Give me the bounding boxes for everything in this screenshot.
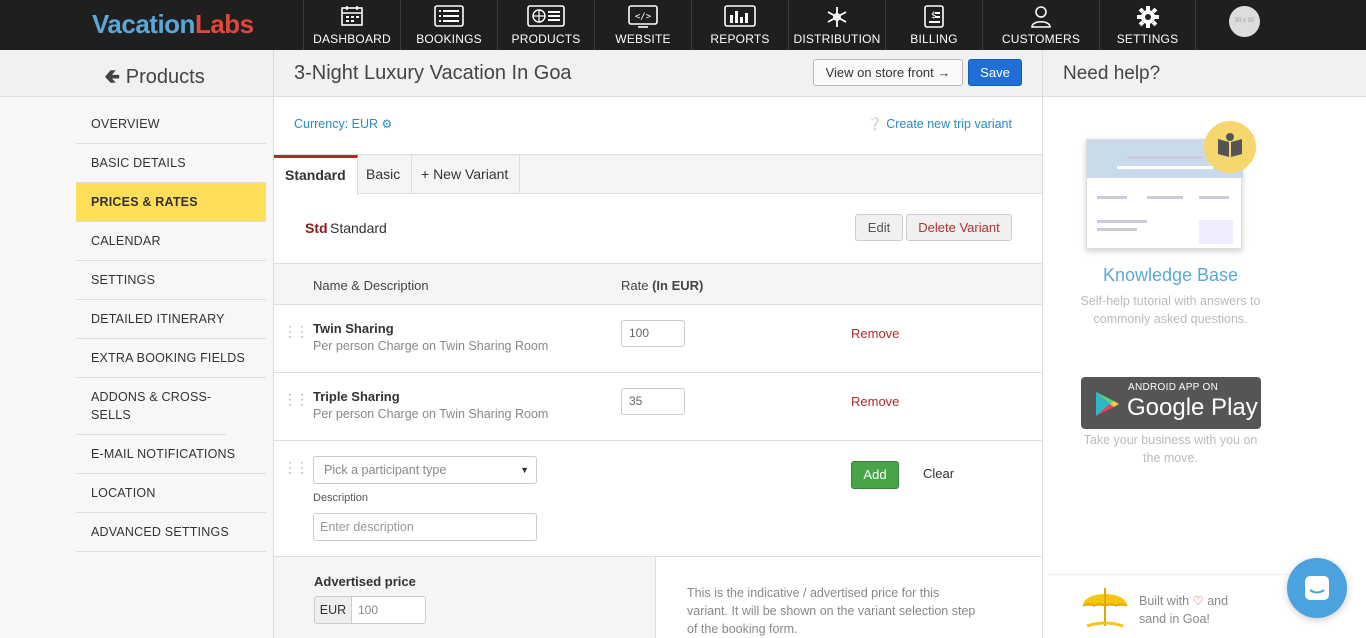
table-row: ⋮⋮ Twin Sharing Per person Charge on Twi…: [274, 305, 1042, 373]
invoice-icon: $: [924, 5, 944, 28]
sidebar-item-calendar[interactable]: CALENDAR: [76, 222, 266, 261]
divider: [1048, 574, 1303, 575]
participant-type-select[interactable]: Pick a participant type ▼: [313, 456, 537, 484]
tab-basic[interactable]: Basic: [355, 155, 413, 194]
column-rate: Rate (In EUR): [621, 278, 704, 293]
rate-input[interactable]: 35: [621, 388, 685, 415]
gear-icon: ⚙: [381, 117, 393, 131]
clear-button[interactable]: Clear: [923, 466, 954, 481]
row-description: Per person Charge on Twin Sharing Room: [313, 339, 549, 353]
delete-variant-button[interactable]: Delete Variant: [906, 214, 1012, 241]
sidebar-item-addons[interactable]: ADDONS & CROSS-SELLS: [76, 378, 226, 435]
top-navbar: VacationLabs DASHBOARD BOOKINGS PRODUCTS…: [0, 0, 1366, 50]
variant-tabs: Standard Basic + New Variant: [274, 154, 1042, 195]
nav-customers[interactable]: CUSTOMERS: [982, 0, 1099, 50]
remove-link[interactable]: Remove: [851, 394, 899, 409]
view-on-store-front-button[interactable]: View on store front →: [813, 59, 963, 86]
help-panel: Knowledge Base Self-help tutorial with a…: [1043, 97, 1366, 638]
nav-products[interactable]: PRODUCTS: [497, 0, 594, 50]
sidebar-item-email-notifications[interactable]: E-MAIL NOTIFICATIONS: [76, 435, 266, 474]
tab-standard[interactable]: Standard: [274, 155, 358, 195]
drag-handle-icon[interactable]: ⋮⋮: [283, 391, 309, 408]
arrow-left-icon: 🢀: [104, 66, 121, 88]
description-input[interactable]: Enter description: [313, 513, 537, 541]
advertised-price-help: This is the indicative / advertised pric…: [656, 557, 1042, 638]
sidebar-item-basic-details[interactable]: BASIC DETAILS: [76, 144, 266, 183]
nav-dashboard[interactable]: DASHBOARD: [303, 0, 400, 50]
drag-handle-icon[interactable]: ⋮⋮: [283, 459, 309, 476]
remove-link[interactable]: Remove: [851, 326, 899, 341]
nav-settings[interactable]: SETTINGS: [1099, 0, 1196, 50]
table-row: ⋮⋮ Triple Sharing Per person Charge on T…: [274, 373, 1042, 441]
advertised-price-input[interactable]: 100: [352, 596, 426, 624]
advertised-price-title: Advertised price: [314, 574, 416, 589]
page-header: 🢀 Products 3-Night Luxury Vacation In Go…: [0, 50, 1366, 97]
sidebar-item-settings[interactable]: SETTINGS: [76, 261, 266, 300]
sidebar-item-prices-rates[interactable]: PRICES & RATES: [76, 183, 266, 222]
advertised-price-section: Advertised price EUR 100 This is the ind…: [274, 557, 1042, 638]
edit-variant-button[interactable]: Edit: [855, 214, 903, 241]
chat-icon: [1305, 576, 1329, 600]
nav-website[interactable]: </> WEBSITE: [594, 0, 691, 50]
row-name: Triple Sharing: [313, 389, 400, 404]
drag-handle-icon[interactable]: ⋮⋮: [283, 323, 309, 340]
add-button[interactable]: Add: [851, 461, 899, 489]
sidebar-item-detailed-itinerary[interactable]: DETAILED ITINERARY: [76, 300, 266, 339]
tab-new-variant[interactable]: + New Variant: [410, 155, 521, 194]
list-icon: [434, 5, 464, 27]
avatar[interactable]: 30 x 30: [1229, 6, 1260, 37]
question-circle-icon: ❔: [867, 117, 883, 131]
beach-umbrella-icon: [1082, 588, 1128, 628]
knowledge-base-link[interactable]: Knowledge Base: [1043, 265, 1298, 286]
nav-reports[interactable]: REPORTS: [691, 0, 788, 50]
sidebar-item-overview[interactable]: OVERVIEW: [76, 105, 266, 144]
google-play-badge[interactable]: ANDROID APP ON Google Play: [1081, 377, 1261, 429]
row-name: Twin Sharing: [313, 321, 394, 336]
gear-icon: [1136, 6, 1159, 28]
save-button[interactable]: Save: [968, 59, 1022, 86]
divider: [273, 50, 274, 638]
google-play-description: Take your business with you on the move.: [1083, 433, 1258, 465]
advertised-price-form: Advertised price EUR 100: [274, 557, 656, 638]
back-to-products-link[interactable]: 🢀 Products: [104, 62, 205, 96]
google-play-icon: [1096, 392, 1119, 416]
nav-distribution[interactable]: DISTRIBUTION: [788, 0, 885, 50]
chat-launcher-button[interactable]: [1287, 558, 1347, 618]
chart-icon: [724, 5, 756, 27]
rates-table-header: Name & Description Rate (In EUR): [274, 263, 1042, 305]
new-rate-row: ⋮⋮ Pick a participant type ▼ Description …: [274, 441, 1042, 557]
row-description: Per person Charge on Twin Sharing Room: [313, 407, 549, 421]
svg-text:</>: </>: [635, 12, 652, 22]
rate-input[interactable]: 100: [621, 320, 685, 347]
advertised-price-help-text: This is the indicative / advertised pric…: [687, 586, 976, 636]
built-with-love-note: Built with ♡ and sand in Goa!: [1139, 594, 1229, 626]
sidebar: OVERVIEW BASIC DETAILS PRICES & RATES CA…: [0, 97, 273, 638]
knowledge-base-description: Self-help tutorial with answers to commo…: [1080, 294, 1261, 326]
caret-down-icon: ▼: [520, 465, 529, 475]
nav-bookings[interactable]: BOOKINGS: [400, 0, 497, 50]
variant-name: Standard: [330, 220, 387, 236]
sidebar-item-advanced-settings[interactable]: ADVANCED SETTINGS: [76, 513, 266, 552]
column-name: Name & Description: [313, 278, 429, 293]
main-content: Currency: EUR ⚙ ❔ Create new trip varian…: [274, 97, 1042, 638]
book-icon: [1204, 121, 1256, 173]
nav-billing[interactable]: $ BILLING: [885, 0, 982, 50]
sidebar-item-location[interactable]: LOCATION: [76, 474, 266, 513]
brand-logo[interactable]: VacationLabs: [92, 9, 254, 40]
help-title: Need help?: [1063, 63, 1161, 84]
globe-icon: [527, 5, 565, 27]
code-icon: </>: [628, 5, 658, 28]
currency-setting[interactable]: Currency: EUR ⚙: [294, 117, 392, 131]
description-label: Description: [313, 492, 369, 504]
calendar-icon: [341, 6, 363, 26]
create-variant-link[interactable]: ❔ Create new trip variant: [867, 117, 1012, 132]
currency-addon: EUR: [314, 596, 352, 624]
user-icon: [1031, 6, 1051, 28]
snowflake-icon: [827, 7, 847, 27]
variant-code: Std: [305, 220, 328, 236]
heart-icon: ♡: [1192, 594, 1204, 608]
page-title: 3-Night Luxury Vacation In Goa: [294, 62, 572, 84]
sidebar-item-extra-booking-fields[interactable]: EXTRA BOOKING FIELDS: [76, 339, 266, 378]
